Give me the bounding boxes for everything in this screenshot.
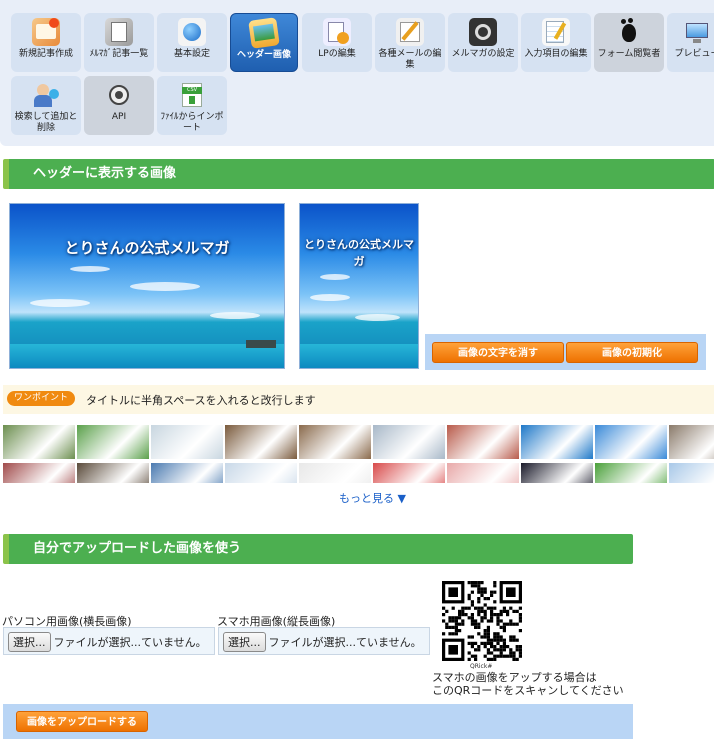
gallery-thumbnail[interactable] <box>669 463 714 483</box>
tip-badge: ワンポイント <box>7 391 76 406</box>
csv-import-icon: CSV <box>178 81 206 109</box>
header-image-wide-preview[interactable]: とりさんの公式メルマガ <box>9 203 285 369</box>
globe-icon <box>178 18 206 46</box>
upload-image-button[interactable]: 画像をアップロードする <box>16 711 148 732</box>
api-gear-icon <box>105 81 133 109</box>
gallery-thumbnail[interactable] <box>669 425 714 459</box>
gallery-thumbnail[interactable] <box>447 425 519 459</box>
banner-title: とりさんの公式メルマガ <box>64 239 230 257</box>
form-fields-icon <box>542 18 570 46</box>
choose-file-button[interactable]: 選択... <box>223 632 266 652</box>
header-image-icon <box>248 17 280 49</box>
gallery-thumbnail[interactable] <box>225 425 297 459</box>
toolbar-preview[interactable]: プレビュー <box>667 13 714 72</box>
gallery-thumbnail[interactable] <box>373 463 445 483</box>
toolbar-new-article[interactable]: 新規記事作成 <box>11 13 81 72</box>
mail-edit-icon <box>396 18 424 46</box>
toolbar-file-import[interactable]: CSV ﾌｧｲﾙからインポート <box>157 76 227 135</box>
gallery-thumbnail[interactable] <box>3 463 75 483</box>
tip-bar: ワンポイント タイトルに半角スペースを入れると改行します <box>3 385 714 414</box>
header-image-narrow-preview[interactable]: とりさんの公式メルマガ <box>299 203 419 369</box>
toolbar-label: ﾌｧｲﾙからインポート <box>160 112 224 133</box>
no-file-text: ファイルが選択...ていません。 <box>268 636 422 649</box>
gallery-thumbnail[interactable] <box>151 425 223 459</box>
image-gallery <box>3 425 714 483</box>
sp-file-input[interactable]: 選択... ファイルが選択...ていません。 <box>218 627 430 655</box>
toolbar-label: 基本設定 <box>173 49 210 59</box>
admin-toolbar: 新規記事作成 ﾒﾙﾏｶﾞ記事一覧 基本設定 ヘッダー画像 LPの編集 各種メール… <box>0 0 714 146</box>
more-link[interactable]: もっと見る ▼ <box>339 490 406 506</box>
section-heading-upload: 自分でアップロードした画像を使う <box>3 534 633 564</box>
toolbar-form-viewers[interactable]: フォーム閲覧者 <box>594 13 664 72</box>
choose-file-button[interactable]: 選択... <box>8 632 51 652</box>
gallery-thumbnail[interactable] <box>151 463 223 483</box>
settings-icon <box>469 18 497 46</box>
lp-edit-icon <box>323 18 351 46</box>
toolbar-label: メルマガの設定 <box>451 49 515 59</box>
gallery-thumbnail[interactable] <box>299 463 371 483</box>
gallery-thumbnail[interactable] <box>373 425 445 459</box>
qr-note-line: スマホの画像をアップする場合は <box>432 671 597 684</box>
toolbar-label: ﾒﾙﾏｶﾞ記事一覧 <box>89 49 149 59</box>
gallery-thumbnail[interactable] <box>3 425 75 459</box>
toolbar-label: LPの編集 <box>318 49 356 59</box>
pc-file-input[interactable]: 選択... ファイルが選択...ていません。 <box>3 627 215 655</box>
qr-code <box>442 581 522 661</box>
toolbar-magazine-settings[interactable]: メルマガの設定 <box>448 13 518 72</box>
toolbar-api[interactable]: API <box>84 76 154 135</box>
gnome-foot-icon <box>615 18 643 46</box>
qr-note-line: このQRコードをスキャンしてください <box>432 684 624 697</box>
toolbar-label: ヘッダー画像 <box>236 50 291 60</box>
toolbar-form-fields[interactable]: 入力項目の編集 <box>521 13 591 72</box>
toolbar-label: 各種メールの編集 <box>378 49 442 70</box>
toolbar-lp-edit[interactable]: LPの編集 <box>302 13 372 72</box>
qr-code-graphic <box>442 581 522 661</box>
toolbar-label: プレビュー <box>674 49 714 59</box>
toolbar-label: 検索して追加と削除 <box>14 112 78 133</box>
gallery-thumbnail[interactable] <box>521 463 593 483</box>
gallery-thumbnail[interactable] <box>595 425 667 459</box>
tip-text: タイトルに半角スペースを入れると改行します <box>86 394 316 407</box>
reset-image-button[interactable]: 画像の初期化 <box>566 342 698 363</box>
no-file-text: ファイルが選択...ていません。 <box>53 636 207 649</box>
gallery-thumbnail[interactable] <box>77 463 149 483</box>
new-article-icon <box>32 18 60 46</box>
qr-caption: QRick# <box>470 663 493 670</box>
gallery-thumbnail[interactable] <box>299 425 371 459</box>
toolbar-label: フォーム閲覧者 <box>597 49 661 59</box>
toolbar-label: 新規記事作成 <box>18 49 73 59</box>
toolbar-search-add-delete[interactable]: 検索して追加と削除 <box>11 76 81 135</box>
qr-note: スマホの画像をアップする場合は このQRコードをスキャンしてください <box>432 671 624 697</box>
user-search-icon <box>32 81 60 109</box>
section-heading-header-image: ヘッダーに表示する画像 <box>3 159 714 189</box>
toolbar-basic-settings[interactable]: 基本設定 <box>157 13 227 72</box>
toolbar-article-list[interactable]: ﾒﾙﾏｶﾞ記事一覧 <box>84 13 154 72</box>
gallery-thumbnail[interactable] <box>225 463 297 483</box>
monitor-icon <box>683 18 711 46</box>
gallery-thumbnail[interactable] <box>447 463 519 483</box>
toolbar-label: API <box>111 112 127 122</box>
gallery-thumbnail[interactable] <box>595 463 667 483</box>
gallery-thumbnail[interactable] <box>77 425 149 459</box>
toolbar-label: 入力項目の編集 <box>524 49 588 59</box>
banner-title: とりさんの公式メルマガ <box>304 238 414 268</box>
clear-text-button[interactable]: 画像の文字を消す <box>432 342 564 363</box>
toolbar-mail-edit[interactable]: 各種メールの編集 <box>375 13 445 72</box>
toolbar-header-image[interactable]: ヘッダー画像 <box>230 13 298 72</box>
article-list-icon <box>105 18 133 46</box>
gallery-thumbnail[interactable] <box>521 425 593 459</box>
